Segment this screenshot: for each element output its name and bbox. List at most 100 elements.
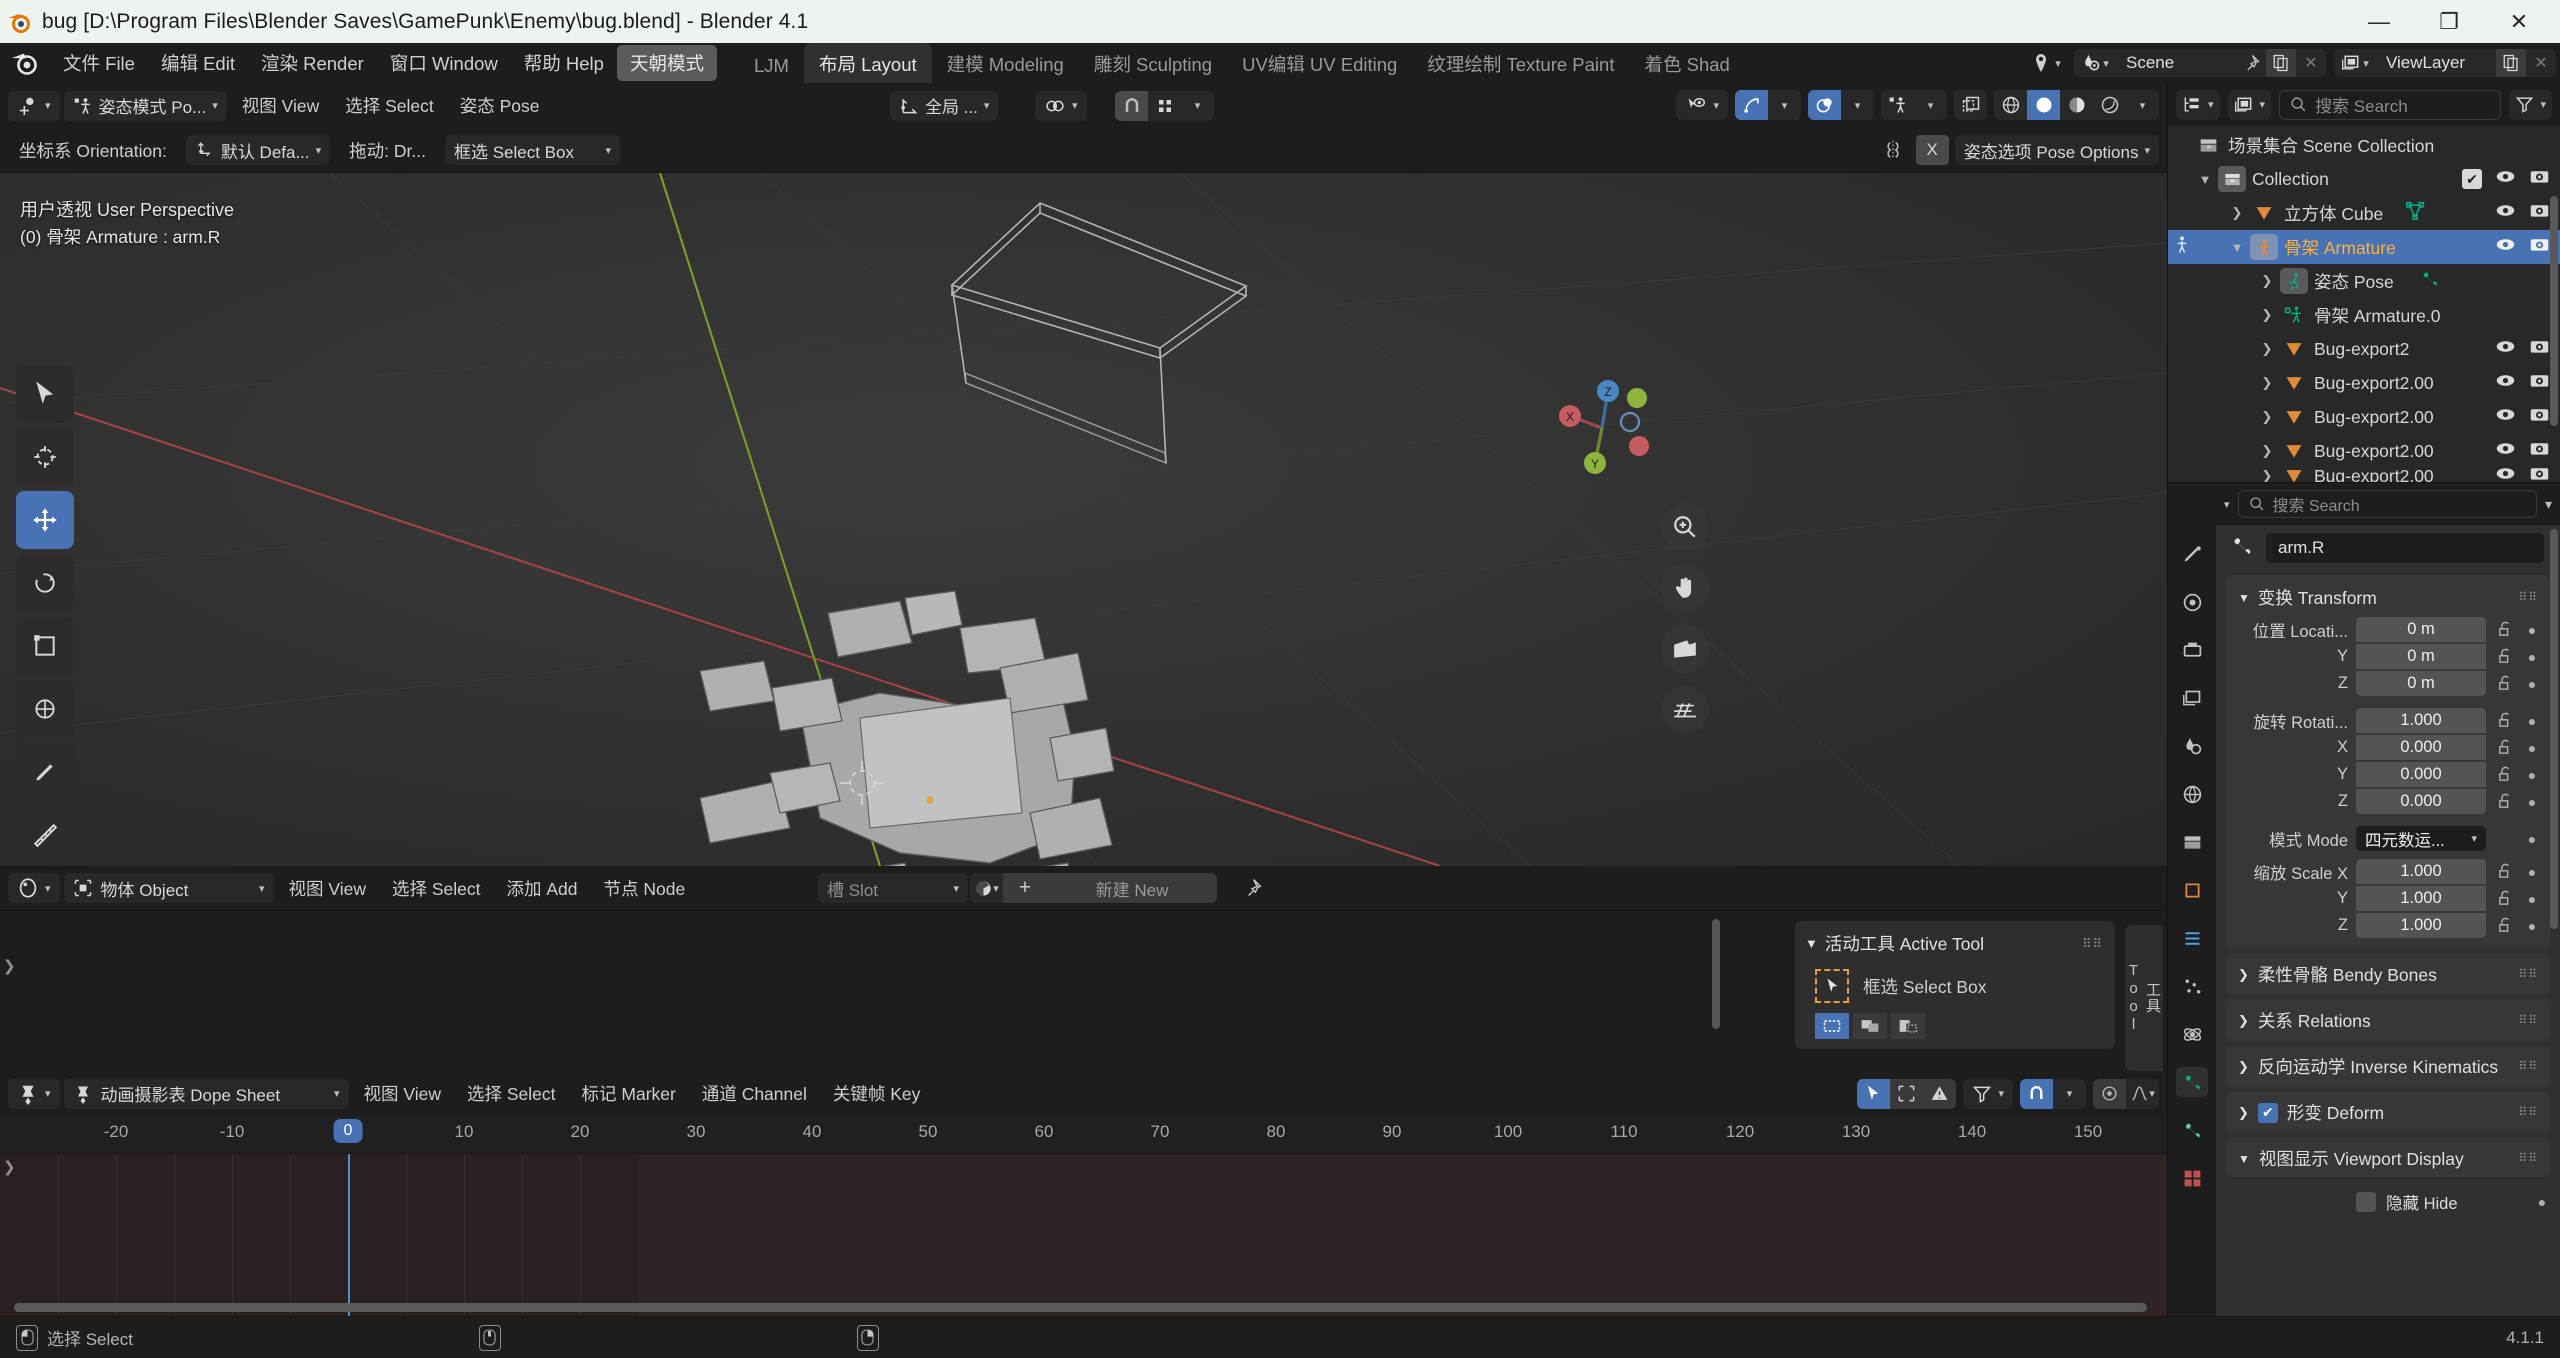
tool-transform[interactable] [16,680,74,738]
outliner-row-bug-export2-001[interactable]: ❯ Bug-export2.00 [2168,366,2560,400]
viewport-display-panel[interactable]: ▼ 视图显示 Viewport Display ⠿⠿ [2226,1138,2550,1177]
animate-dot-icon[interactable]: ● [2524,864,2540,880]
camera-icon[interactable] [2529,438,2550,464]
orientation-value-dropdown[interactable]: 默认 Defa... ▾ [185,135,331,165]
dope-menu-select[interactable]: 选择 Select [456,1077,567,1110]
camera-icon[interactable] [2529,200,2550,226]
viewlayer-name[interactable]: ViewLayer [2376,49,2496,77]
eye-icon[interactable] [2495,468,2516,482]
lock-icon[interactable] [2494,648,2516,665]
animate-dot-icon[interactable]: ● [2524,918,2540,934]
scale-y-value[interactable]: 1.000 [2356,886,2486,911]
outliner-row-bug-export2-002[interactable]: ❯ Bug-export2.00 [2168,400,2560,434]
outliner-row-pose[interactable]: ❯ 姿态 Pose [2168,264,2560,298]
tool-measure[interactable] [16,806,74,864]
transform-panel-header[interactable]: ▼ 变换 Transform ⠿⠿ [2226,581,2550,616]
outliner-row-bug-export2[interactable]: ❯ Bug-export2 [2168,332,2560,366]
properties-tab-physics[interactable] [2176,1019,2208,1049]
eye-icon[interactable] [2495,200,2516,226]
dope-menu-marker[interactable]: 标记 Marker [571,1077,687,1110]
gizmo-dropdown-icon[interactable]: ▾ [1768,90,1801,120]
animate-dot-icon[interactable]: ● [2524,676,2540,692]
drag-action-dropdown[interactable]: 框选 Select Box ▾ [444,135,620,165]
dope-playhead[interactable] [348,1154,350,1316]
eye-icon[interactable] [2495,404,2516,430]
dope-horizontal-scrollbar[interactable] [14,1303,2147,1312]
chevron-right-icon[interactable]: ❯ [2254,409,2280,425]
material-preview-shading-icon[interactable] [2060,90,2093,120]
properties-tab-particles[interactable] [2176,971,2208,1001]
node-sidebar-toggle-icon[interactable]: ❯ [3,957,16,975]
camera-icon[interactable] [1661,625,1709,673]
chevron-right-icon[interactable]: ❯ [2254,375,2280,391]
rendered-shading-icon[interactable] [2093,90,2126,120]
panel-grip-icon[interactable]: ⠿⠿ [2518,1014,2538,1026]
wireframe-shading-icon[interactable] [1994,90,2027,120]
viewport-3d-canvas[interactable]: 用户透视 User Perspective (0) 骨架 Armature : … [0,173,2167,866]
outliner-row-bug-export2-004[interactable]: ❯ Bug-export2.00 [2168,468,2560,482]
tool-annotate[interactable] [16,743,74,801]
overlays-toggle-icon[interactable] [1808,90,1841,120]
scene-selector[interactable]: ▾ Scene ✕ [2074,49,2326,77]
camera-icon[interactable] [2529,370,2550,396]
menu-render[interactable]: 渲染 Render [248,45,377,81]
scene-delete-icon[interactable]: ✕ [2296,49,2326,77]
properties-tab-scene[interactable] [2176,731,2208,761]
shader-menu-add[interactable]: 添加 Add [496,872,589,905]
animate-dot-icon[interactable]: ● [2524,713,2540,729]
panel-grip-icon[interactable]: ⠿⠿ [2518,1060,2538,1072]
workspace-tab-modeling[interactable]: 建模 Modeling [932,43,1079,86]
animate-dot-icon[interactable]: ● [2534,1194,2550,1210]
lock-icon[interactable] [2494,739,2516,756]
scene-new-icon[interactable] [2266,49,2296,77]
viewport-menu-select[interactable]: 选择 Select [334,89,445,122]
navigation-gizmo[interactable]: X Y Z [1542,368,1662,488]
menu-file[interactable]: 文件 File [50,45,148,81]
workspace-tab-uv-editing[interactable]: UV编辑 UV Editing [1227,43,1412,86]
current-frame-indicator[interactable]: 0 [333,1119,363,1143]
window-close-button[interactable]: ✕ [2484,0,2554,43]
inverse-kinematics-panel[interactable]: ❯ 反向运动学 Inverse Kinematics ⠿⠿ [2226,1046,2550,1087]
solid-shading-icon[interactable] [2027,90,2060,120]
shader-type-dropdown[interactable]: 物体 Object ▾ [63,873,274,903]
tool-cursor[interactable] [16,428,74,486]
material-browse-icon[interactable]: ▾ [970,873,1003,903]
chevron-right-icon[interactable]: ❯ [2254,341,2280,357]
workspace-tab-texture-paint[interactable]: 纹理绘制 Texture Paint [1412,43,1629,86]
properties-editor-type-icon[interactable]: ▾ [2224,498,2230,511]
properties-tab-object[interactable] [2176,875,2208,905]
shader-node-canvas[interactable]: ❯ ▼ 活动工具 Active Tool ⠿⠿ 框选 Select Box 工具… [0,911,2167,1071]
shading-dropdown-icon[interactable]: ▾ [2126,90,2159,120]
location-x-value[interactable]: 0 m [2356,617,2486,642]
panel-grip-icon[interactable]: ⠿⠿ [2518,1106,2538,1118]
animate-dot-icon[interactable]: ● [2524,794,2540,810]
outliner-row-bug-export2-003[interactable]: ❯ Bug-export2.00 [2168,434,2560,468]
outliner-row-armature[interactable]: ▼ 骨架 Armature [2168,230,2560,264]
outliner-row-collection[interactable]: ▼ Collection ✔ [2168,162,2560,196]
dope-menu-channel[interactable]: 通道 Channel [691,1077,818,1110]
lock-icon[interactable] [2494,766,2516,783]
mesh-data-icon[interactable] [2405,201,2425,226]
pin-scene-icon[interactable]: ▾ [2024,49,2066,77]
properties-scrollbar[interactable] [2550,529,2558,929]
tool-scale[interactable] [16,617,74,675]
dope-filter-dropdown[interactable]: ▾ [1963,1078,2013,1109]
workspace-tab-shading[interactable]: 着色 Shad [1629,43,1744,86]
window-maximize-button[interactable]: ❐ [2414,0,2484,43]
pose-options-dropdown[interactable]: 姿态选项 Pose Options ▾ [1954,135,2159,165]
scene-pin-icon[interactable] [2236,49,2266,77]
workspace-tab-ljm[interactable]: LJM [739,47,804,86]
properties-tab-view-layer[interactable] [2176,683,2208,713]
pan-hand-icon[interactable] [1661,564,1709,612]
editor-type-selector-outliner[interactable]: ▾ [2176,89,2220,120]
location-y-value[interactable]: 0 m [2356,644,2486,669]
proportional-edit-button[interactable]: ▾ [1035,90,1087,121]
shader-menu-view[interactable]: 视图 View [278,872,377,905]
outliner-row-cube[interactable]: ❯ 立方体 Cube [2168,196,2560,230]
dope-sheet-mode-dropdown[interactable]: 动画摄影表 Dope Sheet ▾ [63,1078,349,1109]
scene-name[interactable]: Scene [2116,49,2236,77]
outliner-row-armature-data[interactable]: ❯ 骨架 Armature.0 [2168,298,2560,332]
viewport-menu-pose[interactable]: 姿态 Pose [449,89,551,122]
tool-sidebar-tab[interactable]: 工具 Tool [2125,925,2163,1071]
cursor-select-icon[interactable] [1857,1078,1891,1109]
